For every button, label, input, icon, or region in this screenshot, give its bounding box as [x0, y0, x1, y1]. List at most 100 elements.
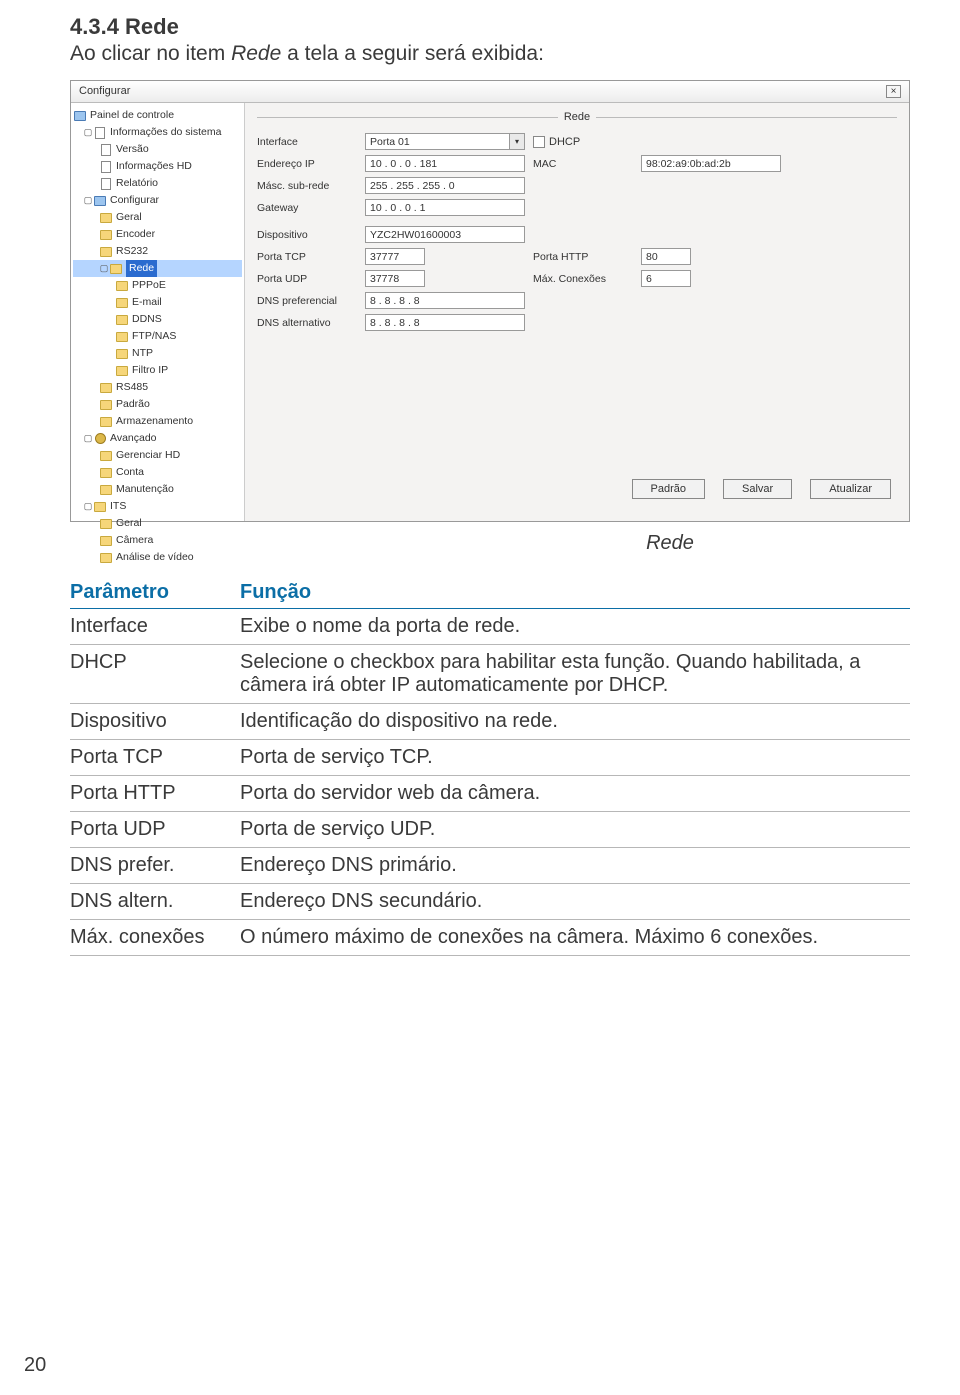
salvar-button[interactable]: Salvar — [723, 479, 792, 499]
maxcon-label: Máx. Conexões — [533, 273, 633, 285]
tree-conta[interactable]: Conta — [73, 464, 242, 481]
interface-value[interactable]: Porta 01 — [365, 133, 509, 150]
tree-ddns[interactable]: DDNS — [73, 311, 242, 328]
chevron-down-icon[interactable]: ▾ — [509, 133, 525, 150]
portaudp-field[interactable]: 37778 — [365, 270, 425, 287]
interface-label: Interface — [257, 136, 357, 148]
dnsalt-label: DNS alternativo — [257, 317, 357, 329]
folder-icon — [116, 281, 128, 291]
folder-icon — [100, 400, 112, 410]
mac-field[interactable]: 98:02:a9:0b:ad:2b — [641, 155, 781, 172]
intro-prefix: Ao clicar no item — [70, 42, 231, 65]
param-cell: Porta TCP — [70, 740, 240, 776]
tree-rs485[interactable]: RS485 — [73, 379, 242, 396]
padrao-button[interactable]: Padrão — [632, 479, 705, 499]
dispositivo-label: Dispositivo — [257, 229, 357, 241]
tree-infohd[interactable]: Informações HD — [73, 158, 242, 175]
tree-ftp[interactable]: FTP/NAS — [73, 328, 242, 345]
table-row: DNS altern.Endereço DNS secundário. — [70, 884, 910, 920]
intro-suffix: a tela a seguir será exibida: — [281, 42, 544, 65]
mask-field[interactable]: 255 . 255 . 255 . 0 — [365, 177, 525, 194]
tree-email[interactable]: E-mail — [73, 294, 242, 311]
tree-gerhd[interactable]: Gerenciar HD — [73, 447, 242, 464]
folder-icon — [94, 196, 106, 206]
tree-configurar[interactable]: ▢Configurar — [73, 192, 242, 209]
tree-armaz[interactable]: Armazenamento — [73, 413, 242, 430]
titlebar: Configurar × — [71, 81, 909, 103]
tree-versao[interactable]: Versão — [73, 141, 242, 158]
section-intro: Ao clicar no item Rede a tela a seguir s… — [70, 42, 910, 66]
tree-info[interactable]: ▢Informações do sistema — [73, 124, 242, 141]
tree-its-geral[interactable]: Geral — [73, 515, 242, 532]
folder-icon — [100, 383, 112, 393]
gateway-field[interactable]: 10 . 0 . 0 . 1 — [365, 199, 525, 216]
folder-icon — [100, 247, 112, 257]
window-title: Configurar — [79, 85, 130, 98]
table-row: Porta HTTPPorta do servidor web da câmer… — [70, 776, 910, 812]
tree-avancado[interactable]: ▢Avançado — [73, 430, 242, 447]
folder-icon — [116, 298, 128, 308]
portatcp-field[interactable]: 37777 — [365, 248, 425, 265]
doc-icon — [101, 178, 111, 190]
desc-cell: Selecione o checkbox para habilitar esta… — [240, 645, 910, 704]
folder-icon — [110, 264, 122, 274]
portaudp-label: Porta UDP — [257, 273, 357, 285]
tree-manut[interactable]: Manutenção — [73, 481, 242, 498]
divider — [257, 117, 558, 118]
expander-icon[interactable]: ▢ — [83, 430, 93, 447]
tree-ntp[interactable]: NTP — [73, 345, 242, 362]
tree-rs232[interactable]: RS232 — [73, 243, 242, 260]
tree-painel[interactable]: Painel de controle — [73, 107, 242, 124]
desc-cell: Identificação do dispositivo na rede. — [240, 704, 910, 740]
tree-its[interactable]: ▢ITS — [73, 498, 242, 515]
desc-cell: Porta de serviço TCP. — [240, 740, 910, 776]
tree-rede[interactable]: ▢Rede — [73, 260, 242, 277]
interface-combo[interactable]: Porta 01 ▾ — [365, 133, 525, 150]
expander-icon[interactable]: ▢ — [83, 192, 93, 209]
folder-icon — [116, 332, 128, 342]
expander-icon[interactable]: ▢ — [83, 498, 93, 515]
dnsalt-field[interactable]: 8 . 8 . 8 . 8 — [365, 314, 525, 331]
tree-relatorio[interactable]: Relatório — [73, 175, 242, 192]
param-cell: Porta HTTP — [70, 776, 240, 812]
desc-cell: Endereço DNS secundário. — [240, 884, 910, 920]
folder-icon — [100, 230, 112, 240]
folder-icon — [116, 349, 128, 359]
table-row: Máx. conexõesO número máximo de conexões… — [70, 920, 910, 956]
config-window: Configurar × Painel de controle ▢Informa… — [70, 80, 910, 522]
ip-field[interactable]: 10 . 0 . 0 . 181 — [365, 155, 525, 172]
nav-tree: Painel de controle ▢Informações do siste… — [71, 103, 245, 521]
doc-icon — [95, 127, 105, 139]
dnspref-field[interactable]: 8 . 8 . 8 . 8 — [365, 292, 525, 309]
table-header-funcao: Função — [240, 577, 910, 609]
expander-icon[interactable]: ▢ — [99, 260, 109, 277]
folder-icon — [100, 536, 112, 546]
portahttp-label: Porta HTTP — [533, 251, 633, 263]
pane-title: Rede — [564, 111, 590, 123]
tree-pppoe[interactable]: PPPoE — [73, 277, 242, 294]
tree-encoder[interactable]: Encoder — [73, 226, 242, 243]
folder-icon — [116, 315, 128, 325]
folder-icon — [116, 366, 128, 376]
tree-filtroip[interactable]: Filtro IP — [73, 362, 242, 379]
expander-icon[interactable]: ▢ — [83, 124, 93, 141]
portatcp-label: Porta TCP — [257, 251, 357, 263]
desc-cell: Endereço DNS primário. — [240, 848, 910, 884]
tree-its-cam[interactable]: Câmera — [73, 532, 242, 549]
section-heading: 4.3.4 Rede — [70, 14, 910, 40]
tree-its-analise[interactable]: Análise de vídeo — [73, 549, 242, 566]
portahttp-field[interactable]: 80 — [641, 248, 691, 265]
table-row: DispositivoIdentificação do dispositivo … — [70, 704, 910, 740]
ip-label: Endereço IP — [257, 158, 357, 170]
close-button[interactable]: × — [886, 85, 901, 98]
gear-icon — [95, 433, 106, 444]
table-row: DNS prefer.Endereço DNS primário. — [70, 848, 910, 884]
dispositivo-field[interactable]: YZC2HW01600003 — [365, 226, 525, 243]
mask-label: Másc. sub-rede — [257, 180, 357, 192]
dhcp-checkbox[interactable] — [533, 136, 545, 148]
maxcon-field[interactable]: 6 — [641, 270, 691, 287]
tree-padrao[interactable]: Padrão — [73, 396, 242, 413]
tree-geral[interactable]: Geral — [73, 209, 242, 226]
param-cell: Máx. conexões — [70, 920, 240, 956]
atualizar-button[interactable]: Atualizar — [810, 479, 891, 499]
